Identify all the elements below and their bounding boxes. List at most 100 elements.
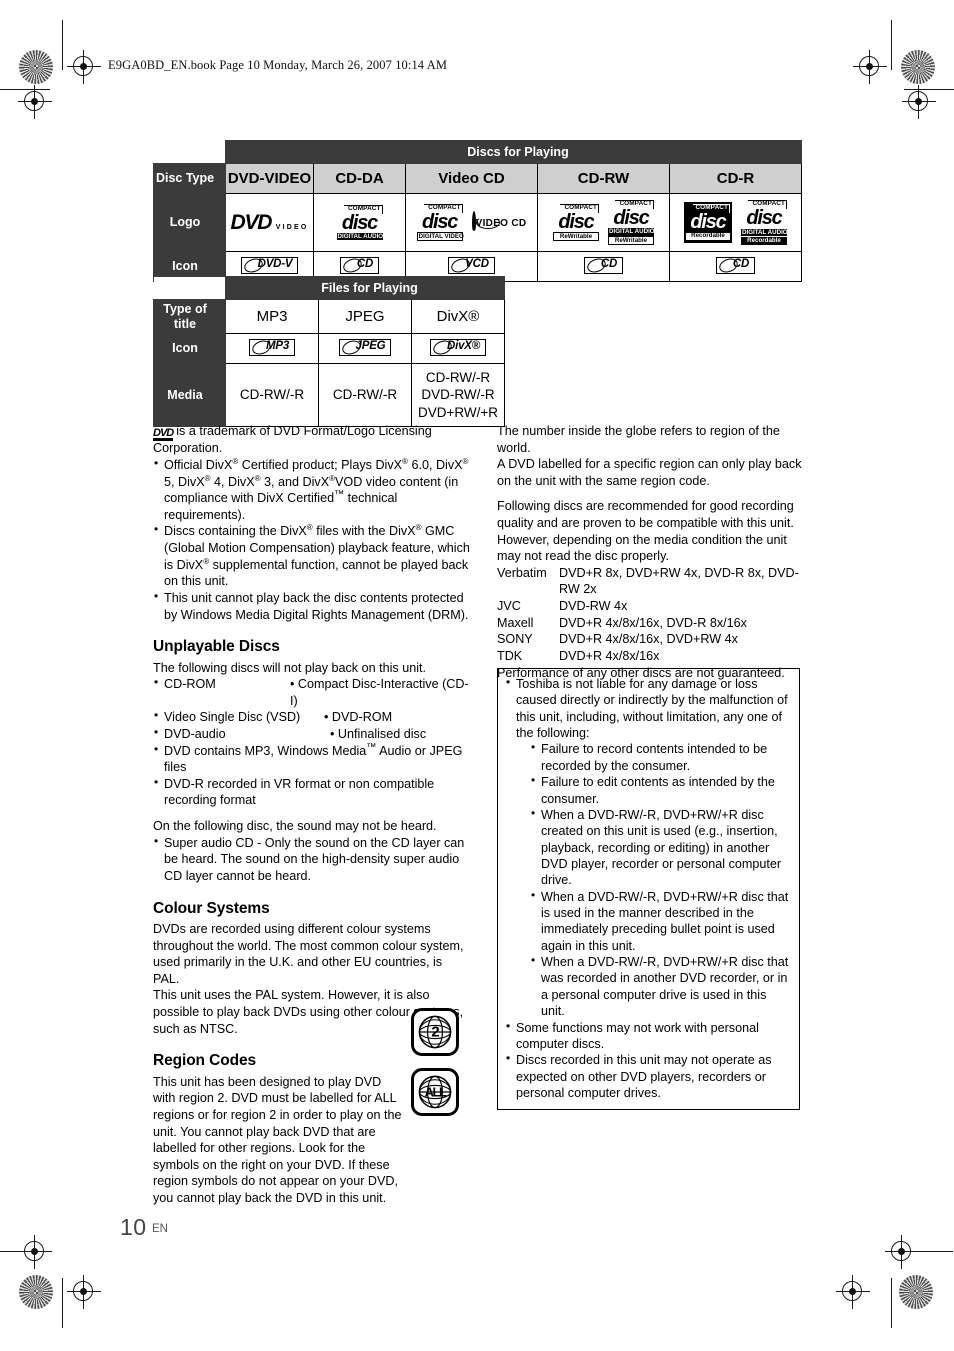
crop-line-top-left-vertical — [62, 20, 64, 70]
icon-label: VCD — [465, 258, 489, 271]
brand-name: SONY — [497, 632, 533, 647]
unplayable-item-b: • DVD-ROM — [324, 710, 393, 725]
brand-row-verbatim: Verbatim DVD+R 8x, DVD+RW 4x, DVD-R 8x, … — [497, 565, 805, 598]
unplayable-item-b: • Compact Disc-Interactive (CD-I) — [290, 677, 469, 708]
brand-name: TDK — [497, 648, 523, 663]
icon-label: CD — [356, 258, 374, 271]
crop-mark-bottom-left — [67, 1275, 101, 1309]
crop-mark-top-left — [67, 50, 101, 84]
table-corner-spacer — [153, 276, 226, 300]
files-for-playing-table: Files for Playing Type of title MP3 JPEG … — [153, 276, 505, 427]
divx-icon: DivX® — [429, 337, 487, 357]
crop-line-right-horizontal — [904, 89, 954, 91]
unplayable-item-a: Video Single Disc (VSD) — [164, 710, 301, 725]
logo-cell-cd-rw: COMPACT disc ReWritable COMPACT disc DIG… — [537, 193, 670, 252]
list-item: When a DVD-RW/-R, DVD+RW/+R disc created… — [530, 806, 791, 889]
logo-cell-video-cd: COMPACT disc DIGITAL VIDEO VIDEO CD — [405, 193, 538, 252]
globe-icon: 2 — [418, 1015, 452, 1049]
region-symbol-2-box: 2 — [411, 1008, 459, 1056]
digital-video-label: DIGITAL VIDEO — [416, 232, 464, 242]
file-type-jpeg: JPEG — [318, 299, 412, 334]
region-symbol-all-box: ALL — [411, 1068, 459, 1116]
dvd-logo-subtitle: VIDEO — [275, 223, 309, 231]
list-item: Toshiba is not liable for any damage or … — [505, 675, 791, 741]
crop-line-top-right-vertical — [891, 20, 893, 70]
list-item: Official DivX® Certified product; Plays … — [153, 456, 471, 523]
recordable-label: Recordable — [686, 232, 730, 240]
unplayable-bullet-list: CD-ROM • Compact Disc-Interactive (CD-I)… — [153, 675, 471, 809]
brand-specs: DVD-RW 4x — [559, 599, 628, 614]
brand-specs: DVD+R 4x/8x/16x — [559, 648, 660, 663]
compact-disc-recordable-logo: COMPACT disc Recordable — [684, 202, 732, 243]
brand-row-sony: SONY DVD+R 4x/8x/16x, DVD+RW 4x — [497, 631, 805, 648]
files-banner-label: Files for Playing — [225, 276, 505, 300]
crop-mark-top-right — [853, 50, 887, 84]
registration-target-bottom-right — [899, 1275, 933, 1309]
discs-banner-label: Discs for Playing — [225, 140, 802, 164]
compact-disc-digital-audio-recordable-logo: COMPACT disc DIGITAL AUDIO Recordable — [741, 200, 788, 245]
crop-mark-bottom-right — [836, 1275, 870, 1309]
dvd-video-logo: DVD VIDEO — [231, 212, 309, 233]
colour-systems-paragraph-1: DVDs are recorded using different colour… — [153, 921, 464, 986]
icon-label: DivX® — [446, 340, 481, 353]
icon-label: JPEG — [355, 340, 386, 353]
sound-intro: On the following disc, the sound may not… — [153, 819, 437, 834]
divx-bullet-list: Official DivX® Certified product; Plays … — [153, 456, 471, 623]
icon-cell-jpeg: JPEG — [318, 333, 412, 364]
logo-cell-dvd-video: DVD VIDEO — [225, 193, 314, 252]
disc-label: disc — [613, 206, 649, 229]
table-row-banner: Discs for Playing — [153, 140, 802, 164]
disc-type-video-cd: Video CD — [405, 163, 538, 194]
row-label-logo: Logo — [153, 193, 226, 252]
page-language-code: EN — [152, 1223, 168, 1235]
table-row-logo: Logo DVD VIDEO COMPACT disc DIGITAL AUDI… — [153, 193, 802, 252]
registration-target-top-right — [901, 50, 935, 84]
brand-row-jvc: JVC DVD-RW 4x — [497, 598, 805, 615]
brand-specs: DVD+R 8x, DVD+RW 4x, DVD-R 8x, DVD-RW 2x — [559, 565, 799, 597]
media-cell-divx: CD-RW/-R DVD-RW/-R DVD+RW/+R — [411, 363, 505, 427]
media-cell-jpeg: CD-RW/-R — [318, 363, 412, 427]
list-item: CD-ROM • Compact Disc-Interactive (CD-I) — [153, 675, 471, 709]
table-row-banner: Files for Playing — [153, 276, 505, 300]
mp3-icon: MP3 — [248, 337, 296, 357]
jpeg-icon: JPEG — [338, 337, 392, 357]
list-item: Failure to edit contents as intended by … — [530, 773, 791, 807]
globe-note-1: The number inside the globe refers to re… — [497, 424, 780, 455]
disc-type-dvd-video: DVD-VIDEO — [225, 163, 314, 194]
discs-for-playing-table: Discs for Playing Disc Type DVD-VIDEO CD… — [153, 140, 802, 282]
drm-footnote-text: This unit cannot play back the disc cont… — [164, 590, 469, 622]
globe-note-2: A DVD labelled for a specific region can… — [497, 457, 802, 488]
compact-disc-digital-audio-logo: COMPACT disc DIGITAL AUDIO — [336, 204, 384, 241]
unplayable-item-a: CD-ROM — [164, 677, 216, 692]
notice-tail-bullet-list: Some functions may not work with persona… — [505, 1019, 791, 1102]
disc-label: disc — [558, 210, 594, 233]
list-item-footnote: This unit cannot play back the disc cont… — [153, 589, 471, 623]
compact-disc-rewritable-logo: COMPACT disc ReWritable — [553, 203, 599, 242]
file-type-mp3: MP3 — [225, 299, 319, 334]
brand-row-tdk: TDK DVD+R 4x/8x/16x — [497, 648, 805, 665]
icon-cell-mp3: MP3 — [225, 333, 319, 364]
region-code-label: ALL — [424, 1084, 447, 1100]
globe-icon: ALL — [418, 1075, 452, 1109]
row-label-type-of-title: Type of title — [153, 299, 226, 334]
icon-label: MP3 — [265, 340, 290, 353]
table-corner-spacer — [153, 140, 226, 164]
table-row-media: Media CD-RW/-R CD-RW/-R CD-RW/-R DVD-RW/-… — [153, 363, 505, 427]
icon-label: DVD-V — [257, 258, 293, 271]
registration-target-bottom-left — [19, 1275, 53, 1309]
brand-name: JVC — [497, 599, 521, 614]
disc-label: disc — [341, 211, 378, 234]
list-item: Discs recorded in this unit may not oper… — [505, 1051, 791, 1101]
digital-audio-label: DIGITAL AUDIO — [336, 232, 384, 241]
disc-label: disc — [690, 211, 726, 234]
table-row-disc-type: Disc Type DVD-VIDEO CD-DA Video CD CD-RW… — [153, 163, 802, 194]
region-codes-paragraph: This unit has been designed to play DVD … — [153, 1074, 402, 1205]
crop-line-bottom-left-vertical — [62, 1278, 64, 1328]
liability-notice-box: Toshiba is not liable for any damage or … — [497, 668, 800, 1111]
list-item: Some functions may not work with persona… — [505, 1019, 791, 1053]
rewritable-label: ReWritable — [553, 232, 599, 242]
crop-line-right-lower-horizontal — [903, 1251, 953, 1253]
recordable-label: Recordable — [741, 237, 787, 245]
media-cell-mp3: CD-RW/-R — [225, 363, 319, 427]
right-text-column: The number inside the globe refers to re… — [497, 423, 805, 681]
